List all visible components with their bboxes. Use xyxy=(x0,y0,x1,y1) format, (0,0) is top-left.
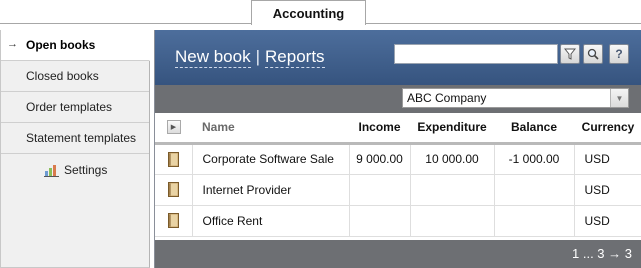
currency-cell: USD xyxy=(574,205,641,237)
column-header-currency[interactable]: Currency xyxy=(574,113,641,145)
table-header-row: ▶ Name Income Expenditure Balance Curren… xyxy=(155,113,641,145)
main-panel: New book | Reports ? ABC Company ▼ ▶ Nam… xyxy=(154,30,641,268)
currency-cell: USD xyxy=(574,143,641,175)
book-name: Internet Provider xyxy=(192,174,350,206)
company-bar: ABC Company ▼ xyxy=(155,85,641,113)
company-select[interactable]: ABC Company ▼ xyxy=(402,88,629,108)
books-table: ▶ Name Income Expenditure Balance Curren… xyxy=(155,113,641,237)
header-separator: | xyxy=(255,47,261,66)
row-icon-cell xyxy=(155,174,193,206)
column-header-name[interactable]: Name xyxy=(192,113,349,145)
help-button[interactable]: ? xyxy=(609,44,629,64)
book-icon xyxy=(167,151,179,167)
income-cell xyxy=(349,205,411,237)
sidebar-item-order-templates[interactable]: Order templates xyxy=(1,92,149,123)
sidebar-item-label: Order templates xyxy=(26,100,113,114)
balance-cell: -1 000.00 xyxy=(494,143,575,175)
reports-link[interactable]: Reports xyxy=(265,47,325,68)
sidebar-item-label: Statement templates xyxy=(26,131,137,145)
row-icon-cell xyxy=(155,205,193,237)
sidebar-item-label: Settings xyxy=(64,162,108,177)
sidebar-item-label: Closed books xyxy=(26,69,99,83)
currency-cell: USD xyxy=(574,174,641,206)
expand-all-header[interactable]: ▶ xyxy=(155,113,192,145)
sidebar-item-open-books[interactable]: → Open books xyxy=(1,30,150,61)
tab-accounting-label: Accounting xyxy=(272,5,345,21)
book-name: Office Rent xyxy=(192,205,350,237)
filter-button[interactable] xyxy=(560,44,580,64)
help-icon: ? xyxy=(615,47,623,61)
income-cell: 9 000.00 xyxy=(349,143,411,175)
table-row[interactable]: Office Rent USD xyxy=(155,205,641,237)
sidebar-item-statement-templates[interactable]: Statement templates xyxy=(1,123,149,154)
expenditure-cell xyxy=(410,174,495,206)
book-name: Corporate Software Sale xyxy=(192,143,350,175)
sidebar: → Open books Closed books Order template… xyxy=(0,30,150,268)
header-bar: New book | Reports ? xyxy=(155,30,641,85)
search-button[interactable] xyxy=(583,44,603,64)
column-header-expenditure[interactable]: Expenditure xyxy=(410,113,494,145)
search-input[interactable] xyxy=(394,44,558,64)
active-arrow-icon: → xyxy=(7,38,18,50)
chevron-down-icon[interactable]: ▼ xyxy=(610,89,628,107)
table-row[interactable]: Internet Provider USD xyxy=(155,174,641,206)
sidebar-item-label: Open books xyxy=(26,38,96,52)
expenditure-cell xyxy=(410,205,495,237)
header-links: New book | Reports xyxy=(175,47,325,68)
income-cell xyxy=(349,174,411,206)
balance-cell xyxy=(494,205,575,237)
new-book-link[interactable]: New book xyxy=(175,47,251,68)
row-icon-cell xyxy=(155,143,193,175)
balance-cell xyxy=(494,174,575,206)
tab-accounting[interactable]: Accounting xyxy=(251,0,366,25)
chart-icon xyxy=(44,164,59,177)
column-header-balance[interactable]: Balance xyxy=(494,113,574,145)
book-icon xyxy=(167,213,179,228)
book-icon xyxy=(167,182,179,197)
sidebar-item-closed-books[interactable]: Closed books xyxy=(1,61,149,92)
pagination-bar: 1 ... 3 → 3 xyxy=(155,240,641,268)
table-row[interactable]: Corporate Software Sale 9 000.00 10 000.… xyxy=(155,143,641,175)
pager[interactable]: 1 ... 3 → 3 xyxy=(572,246,632,261)
filter-icon xyxy=(564,48,576,60)
sidebar-item-settings[interactable]: Settings xyxy=(1,154,149,185)
expenditure-cell: 10 000.00 xyxy=(410,143,495,175)
search-icon xyxy=(587,48,599,60)
expand-icon[interactable]: ▶ xyxy=(166,120,181,135)
company-select-value: ABC Company xyxy=(407,91,487,105)
column-header-income[interactable]: Income xyxy=(349,113,410,145)
